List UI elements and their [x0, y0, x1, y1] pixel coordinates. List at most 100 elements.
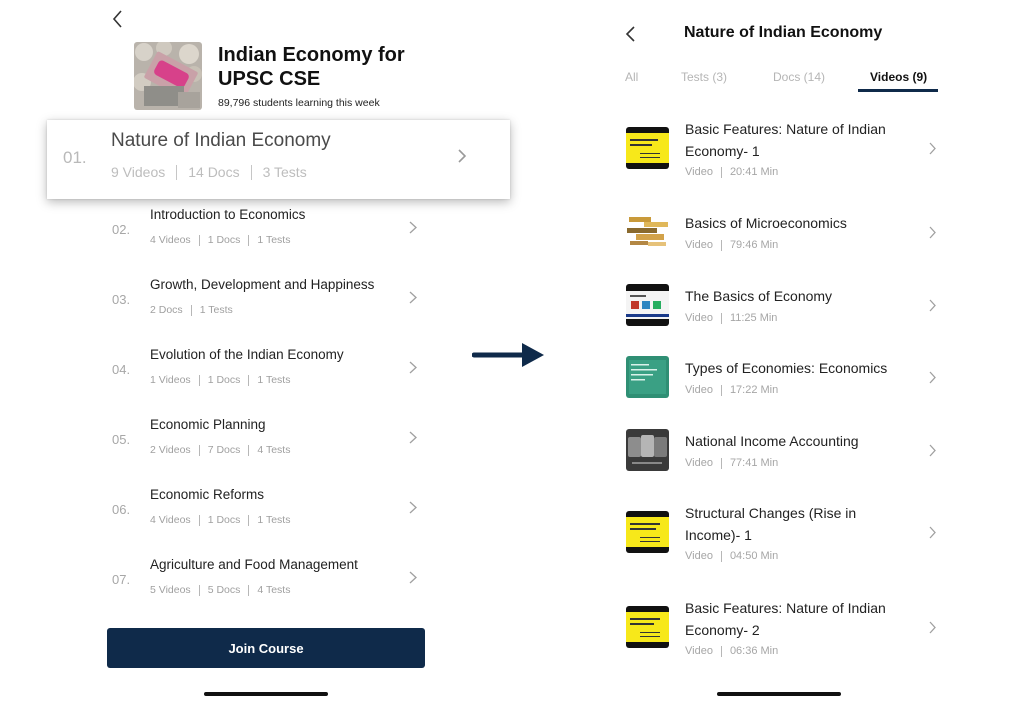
video-duration: 20:41 Min — [729, 166, 779, 178]
tab-videos[interactable]: Videos (9) — [870, 70, 927, 84]
chapter-tests-count: 3 Tests — [262, 164, 307, 180]
divider — [176, 164, 178, 180]
video-type: Video — [685, 384, 713, 396]
chapter-videos-count: 4 Videos — [150, 234, 191, 246]
home-indicator[interactable] — [204, 692, 328, 696]
divider — [720, 239, 722, 251]
chapter-number: 07. — [112, 572, 131, 587]
divider — [198, 514, 200, 526]
video-title: Basic Features: Nature of Indian Economy… — [685, 121, 886, 159]
chapter-docs-count: 2 Docs — [150, 304, 183, 316]
back-icon[interactable] — [623, 23, 639, 45]
back-icon[interactable] — [109, 8, 129, 30]
chevron-right-icon — [929, 526, 936, 539]
chevron-right-icon — [929, 621, 936, 634]
video-meta: Video 11:25 Min — [685, 312, 777, 324]
divider — [720, 645, 722, 657]
chapter-row[interactable]: 02. Introduction to Economics 4 Videos 1… — [112, 207, 432, 263]
video-type: Video — [685, 312, 713, 324]
chapter-row[interactable]: 04. Evolution of the Indian Economy 1 Vi… — [112, 347, 432, 403]
video-title: The Basics of Economy — [685, 288, 833, 304]
chapter-docs-count: 14 Docs — [188, 164, 240, 180]
video-thumbnail — [626, 211, 669, 253]
divider — [720, 312, 722, 324]
chapter-meta: 4 Videos 1 Docs 1 Tests — [150, 234, 290, 246]
divider — [190, 304, 192, 316]
chevron-right-icon — [409, 571, 417, 584]
chapter-title: Agriculture and Food Management — [150, 557, 358, 572]
video-thumbnail — [626, 356, 669, 398]
chapter-tests-count: 4 Tests — [257, 584, 291, 596]
divider — [248, 444, 250, 456]
video-meta: Video 77:41 Min — [685, 457, 778, 469]
chevron-right-icon — [929, 299, 936, 312]
chapter-tests-count: 1 Tests — [257, 374, 291, 386]
chapter-tests-count: 1 Tests — [199, 304, 233, 316]
chapter-videos-count: 5 Videos — [150, 584, 191, 596]
video-duration: 17:22 Min — [729, 384, 779, 396]
chapter-row[interactable]: 06. Economic Reforms 4 Videos 1 Docs 1 T… — [112, 487, 432, 543]
video-type: Video — [685, 166, 713, 178]
chapter-docs-count: 7 Docs — [207, 444, 241, 456]
chapter-number: 03. — [112, 292, 131, 307]
video-type: Video — [685, 239, 713, 251]
video-duration: 06:36 Min — [729, 645, 779, 657]
chevron-right-icon — [409, 361, 417, 374]
join-course-button[interactable]: Join Course — [107, 628, 425, 668]
chapter-number: 01. — [63, 148, 87, 167]
divider — [198, 584, 200, 596]
video-title: Structural Changes (Rise in Income)- 1 — [685, 505, 857, 543]
chevron-right-icon — [409, 501, 417, 514]
chevron-right-icon — [929, 142, 936, 155]
chapter-videos-count: 4 Videos — [150, 514, 191, 526]
chapter-title: Economic Planning — [150, 417, 266, 432]
chevron-right-icon — [929, 226, 936, 239]
video-meta: Video 06:36 Min — [685, 645, 778, 657]
chapter-docs-count: 1 Docs — [207, 514, 241, 526]
chevron-right-icon — [458, 149, 467, 163]
chapter-tests-count: 4 Tests — [257, 444, 291, 456]
chapter-tests-count: 1 Tests — [257, 514, 291, 526]
chapter-videos-count: 1 Videos — [150, 374, 191, 386]
divider — [248, 234, 250, 246]
divider — [198, 234, 200, 246]
video-duration: 04:50 Min — [729, 550, 779, 562]
video-type: Video — [685, 645, 713, 657]
divider — [720, 384, 722, 396]
course-title: Indian Economy for UPSC CSE — [218, 44, 405, 90]
chevron-right-icon — [409, 221, 417, 234]
chapter-card-highlighted[interactable]: 01. Nature of Indian Economy 9 Videos 14… — [47, 120, 510, 199]
home-indicator[interactable] — [717, 692, 841, 696]
video-title: Types of Economies: Economics — [685, 360, 888, 376]
chapter-meta: 4 Videos 1 Docs 1 Tests — [150, 514, 290, 526]
chapter-docs-count: 1 Docs — [207, 374, 241, 386]
tab-docs[interactable]: Docs (14) — [773, 70, 825, 84]
divider — [720, 550, 722, 562]
chapter-row[interactable]: 05. Economic Planning 2 Videos 7 Docs 4 … — [112, 417, 432, 473]
active-tab-indicator — [858, 89, 938, 92]
divider — [198, 444, 200, 456]
chapter-row[interactable]: 03. Growth, Development and Happiness 2 … — [112, 277, 432, 333]
chapter-videos-count: 9 Videos — [111, 164, 166, 180]
chapter-docs-count: 5 Docs — [207, 584, 241, 596]
chevron-right-icon — [929, 371, 936, 384]
video-type: Video — [685, 457, 713, 469]
tab-tests[interactable]: Tests (3) — [681, 70, 727, 84]
chapter-title: Evolution of the Indian Economy — [150, 347, 344, 362]
video-duration: 79:46 Min — [729, 239, 779, 251]
chapter-meta: 2 Videos 7 Docs 4 Tests — [150, 444, 290, 456]
video-thumbnail — [626, 606, 669, 648]
video-meta: Video 79:46 Min — [685, 239, 778, 251]
chapter-row[interactable]: 07. Agriculture and Food Management 5 Vi… — [112, 557, 432, 613]
video-duration: 11:25 Min — [729, 312, 778, 324]
divider — [248, 514, 250, 526]
chapter-screen: Nature of Indian Economy All Tests (3) D… — [512, 0, 1024, 703]
chapter-number: 05. — [112, 432, 131, 447]
chapter-number: 04. — [112, 362, 131, 377]
video-meta: Video 20:41 Min — [685, 166, 778, 178]
chapter-meta: 1 Videos 1 Docs 1 Tests — [150, 374, 290, 386]
chapter-meta: 9 Videos 14 Docs 3 Tests — [111, 164, 307, 180]
tab-all[interactable]: All — [625, 70, 638, 84]
chapter-number: 02. — [112, 222, 131, 237]
video-thumbnail — [626, 284, 669, 326]
